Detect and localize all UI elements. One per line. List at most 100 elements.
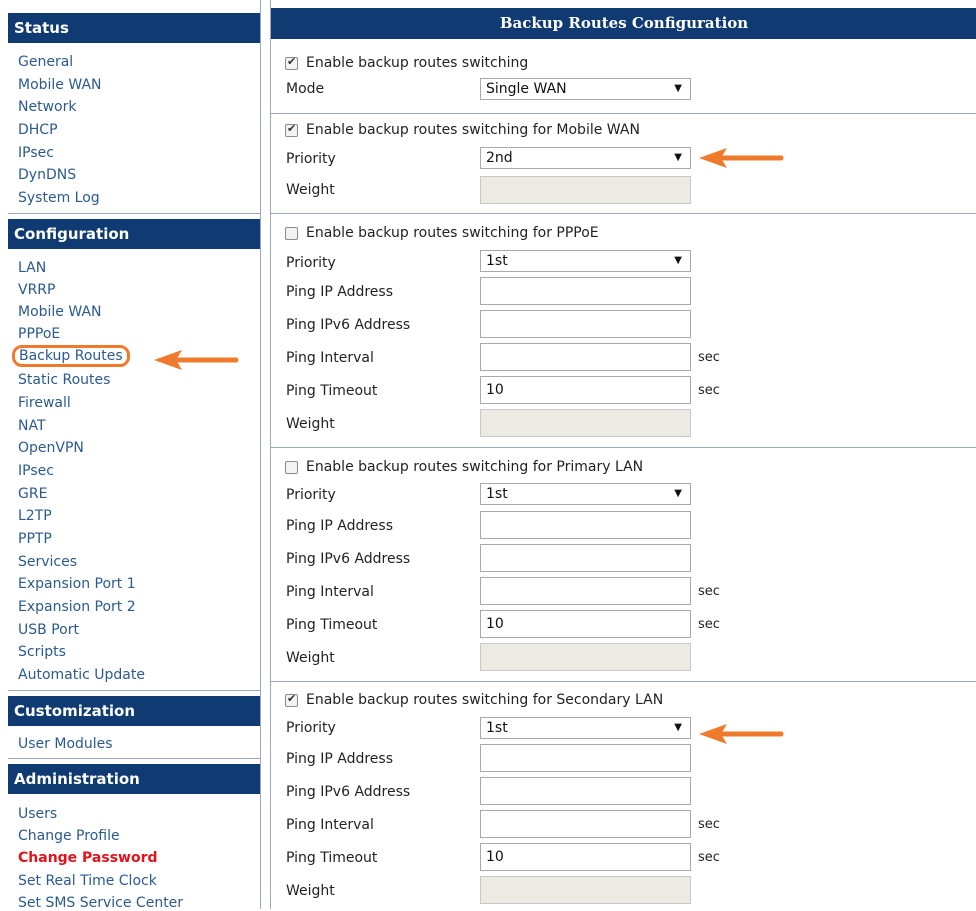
pppoe-ping-timeout-input[interactable]: 10 [480, 376, 691, 404]
primary-lan-priority-label: Priority [286, 487, 336, 503]
primary-lan-ping-interval-input[interactable] [480, 577, 691, 605]
nav-config-lan[interactable]: LAN [18, 260, 46, 276]
nav-config-automatic-update[interactable]: Automatic Update [18, 667, 145, 683]
secondary-lan-ping-timeout-label: Ping Timeout [286, 850, 378, 866]
nav-config-expansion-port-1[interactable]: Expansion Port 1 [18, 576, 136, 592]
primary-lan-ping-interval-unit: sec [698, 584, 720, 599]
status-header: Status [8, 13, 260, 43]
pppoe-ping-interval-unit: sec [698, 350, 720, 365]
primary-lan-weight-label: Weight [286, 650, 335, 666]
mode-select-value: Single WAN [486, 81, 567, 97]
sidebar-divider [8, 213, 260, 214]
pppoe-priority-label: Priority [286, 255, 336, 271]
secondary-lan-ping-interval-input[interactable] [480, 810, 691, 838]
mobile-wan-priority-select[interactable]: 2nd ▼ [480, 147, 691, 169]
secondary-lan-ping-ipv6-input[interactable] [480, 777, 691, 805]
primary-lan-ping-timeout-label: Ping Timeout [286, 617, 378, 633]
nav-user-modules[interactable]: User Modules [18, 736, 113, 752]
secondary-lan-ping-ipv6-label: Ping IPv6 Address [286, 784, 411, 800]
pppoe-ping-interval-input[interactable] [480, 343, 691, 371]
chevron-down-icon: ▼ [674, 255, 682, 266]
primary-lan-ping-timeout-input[interactable]: 10 [480, 610, 691, 638]
primary-lan-ping-ip-label: Ping IP Address [286, 518, 394, 534]
secondary-lan-ping-timeout-unit: sec [698, 850, 720, 865]
primary-lan-ping-ipv6-label: Ping IPv6 Address [286, 551, 411, 567]
nav-status-general[interactable]: General [18, 54, 73, 70]
section-divider [271, 213, 976, 214]
section-divider [271, 113, 976, 114]
nav-config-l2tp[interactable]: L2TP [18, 508, 52, 524]
nav-config-gre[interactable]: GRE [18, 486, 47, 502]
pppoe-weight-input[interactable] [480, 409, 691, 437]
pppoe-ping-ip-input[interactable] [480, 277, 691, 305]
nav-admin-change-profile[interactable]: Change Profile [18, 828, 120, 844]
enable-backup-routes-label: Enable backup routes switching [306, 55, 529, 71]
secondary-lan-ping-interval-unit: sec [698, 817, 720, 832]
secondary-lan-priority-select[interactable]: 1st ▼ [480, 717, 691, 739]
nav-admin-set-real-time-clock[interactable]: Set Real Time Clock [18, 873, 157, 889]
secondary-lan-enable-checkbox[interactable] [285, 692, 298, 707]
administration-header: Administration [8, 764, 260, 794]
annotation-arrow-icon [699, 724, 784, 744]
sidebar: Status General Mobile WAN Network DHCP I… [8, 0, 261, 911]
pppoe-enable-checkbox[interactable] [285, 226, 298, 240]
pppoe-priority-value: 1st [486, 253, 508, 269]
nav-config-ipsec[interactable]: IPsec [18, 463, 54, 479]
annotation-arrow-icon [154, 350, 239, 370]
nav-config-nat[interactable]: NAT [18, 418, 46, 434]
nav-config-pptp[interactable]: PPTP [18, 531, 52, 547]
secondary-lan-enable-row: Enable backup routes switching for Secon… [285, 692, 663, 708]
nav-config-expansion-port-2[interactable]: Expansion Port 2 [18, 599, 136, 615]
nav-config-static-routes[interactable]: Static Routes [18, 372, 110, 388]
pppoe-ping-ipv6-input[interactable] [480, 310, 691, 338]
secondary-lan-ping-timeout-input[interactable]: 10 [480, 843, 691, 871]
nav-config-vrrp[interactable]: VRRP [18, 282, 55, 298]
pppoe-ping-timeout-label: Ping Timeout [286, 383, 378, 399]
mobile-wan-priority-value: 2nd [486, 150, 513, 166]
secondary-lan-priority-label: Priority [286, 720, 336, 736]
enable-backup-routes-row: Enable backup routes switching [285, 55, 528, 71]
nav-config-pppoe[interactable]: PPPoE [18, 326, 60, 342]
mobile-wan-priority-label: Priority [286, 151, 336, 167]
configuration-header: Configuration [8, 219, 260, 249]
primary-lan-ping-ip-input[interactable] [480, 511, 691, 539]
nav-status-dhcp[interactable]: DHCP [18, 122, 58, 138]
primary-lan-ping-ipv6-input[interactable] [480, 544, 691, 572]
pppoe-weight-label: Weight [286, 416, 335, 432]
nav-status-mobile-wan[interactable]: Mobile WAN [18, 77, 102, 93]
nav-status-dyndns[interactable]: DynDNS [18, 167, 76, 183]
nav-config-scripts[interactable]: Scripts [18, 644, 66, 660]
nav-status-network[interactable]: Network [18, 99, 76, 115]
primary-lan-enable-label: Enable backup routes switching for Prima… [306, 459, 644, 475]
secondary-lan-weight-input[interactable] [480, 876, 691, 904]
primary-lan-ping-interval-label: Ping Interval [286, 584, 374, 600]
secondary-lan-enable-label: Enable backup routes switching for Secon… [306, 692, 664, 708]
primary-lan-enable-checkbox[interactable] [285, 460, 298, 474]
pppoe-ping-interval-label: Ping Interval [286, 350, 374, 366]
primary-lan-enable-row: Enable backup routes switching for Prima… [285, 459, 643, 475]
pppoe-priority-select[interactable]: 1st ▼ [480, 250, 691, 272]
nav-admin-change-password[interactable]: Change Password [18, 850, 158, 866]
primary-lan-weight-input[interactable] [480, 643, 691, 671]
secondary-lan-priority-value: 1st [486, 720, 508, 736]
primary-lan-priority-select[interactable]: 1st ▼ [480, 483, 691, 505]
nav-config-openvpn[interactable]: OpenVPN [18, 440, 84, 456]
mobile-wan-enable-checkbox[interactable] [285, 122, 298, 137]
nav-config-services[interactable]: Services [18, 554, 77, 570]
secondary-lan-ping-ip-input[interactable] [480, 744, 691, 772]
secondary-lan-ping-interval-label: Ping Interval [286, 817, 374, 833]
nav-config-usb-port[interactable]: USB Port [18, 622, 79, 638]
nav-config-firewall[interactable]: Firewall [18, 395, 71, 411]
nav-admin-users[interactable]: Users [18, 806, 57, 822]
mobile-wan-weight-input[interactable] [480, 176, 691, 204]
mode-select[interactable]: Single WAN ▼ [480, 78, 691, 100]
nav-status-system-log[interactable]: System Log [18, 190, 100, 206]
nav-config-mobile-wan[interactable]: Mobile WAN [18, 304, 102, 320]
pppoe-ping-ip-label: Ping IP Address [286, 284, 394, 300]
sidebar-divider [8, 758, 260, 759]
nav-config-backup-routes[interactable]: Backup Routes [12, 345, 130, 367]
enable-backup-routes-checkbox[interactable] [285, 55, 298, 70]
section-divider [271, 681, 976, 682]
secondary-lan-ping-ip-label: Ping IP Address [286, 751, 394, 767]
nav-status-ipsec[interactable]: IPsec [18, 145, 54, 161]
